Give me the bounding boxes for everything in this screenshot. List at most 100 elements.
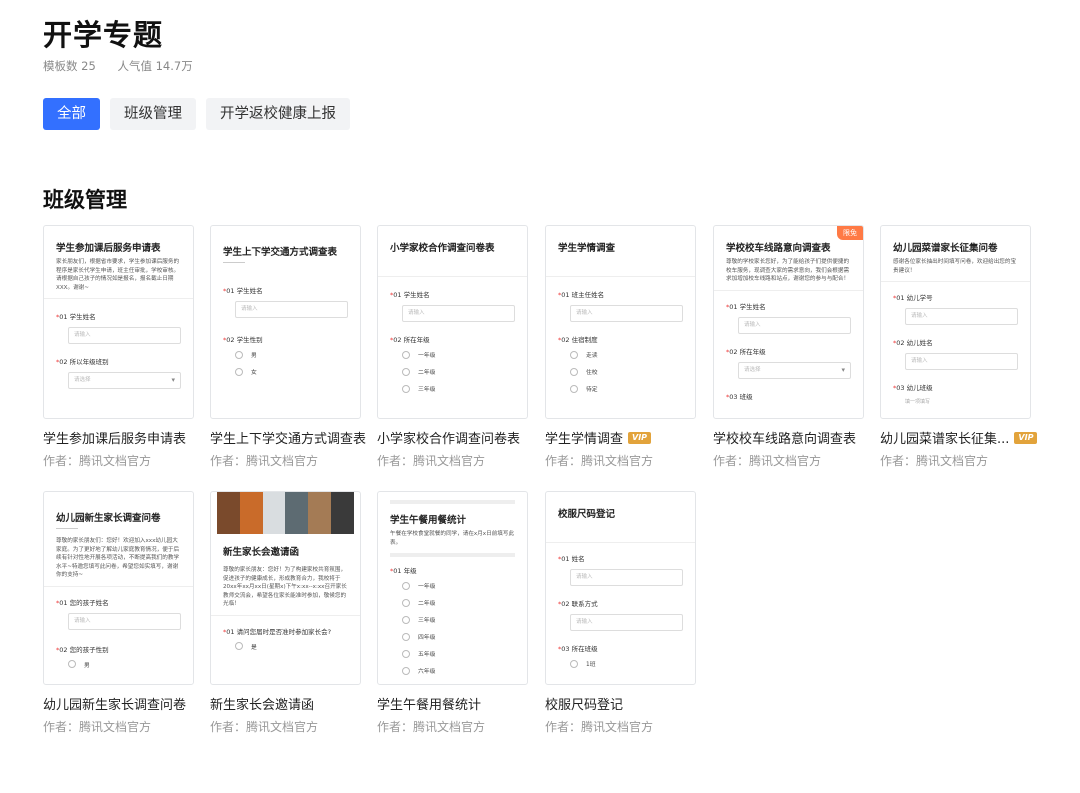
preview-option: 住校 <box>570 367 683 376</box>
preview-question: *01 学生姓名 <box>726 302 766 311</box>
template-preview[interactable]: 限免 学校校车线路意向调查表 尊敬的学校家长您好，为了能给孩子们提供便捷的校车服… <box>713 225 864 419</box>
preview-hint: 填一项填写 <box>905 399 931 405</box>
preview-title: 幼儿园菜谱家长征集问卷 <box>893 243 998 254</box>
preview-question: *02 您的孩子性别 <box>56 645 109 654</box>
template-name[interactable]: 新生家长会邀请函 <box>210 694 361 713</box>
template-count: 模板数 25 <box>43 59 96 73</box>
template-name[interactable]: 学生学情调查 VIP <box>545 428 696 447</box>
template-name[interactable]: 学校校车线路意向调查表 <box>713 428 864 447</box>
template-card[interactable]: 学生上下学交通方式调查表 *01 学生姓名 请输入 *02 学生性别 男 女 学… <box>210 225 366 469</box>
template-author: 作者：腾讯文档官方 <box>43 720 152 734</box>
preview-question: *03 班级 <box>726 392 753 401</box>
preview-option: 男 <box>68 660 181 669</box>
tab-all[interactable]: 全部 <box>43 98 100 130</box>
template-card[interactable]: 限免 学校校车线路意向调查表 尊敬的学校家长您好，为了能给孩子们提供便捷的校车服… <box>713 225 864 469</box>
preview-title: 学生午餐用餐统计 <box>390 515 467 526</box>
tab-health-report[interactable]: 开学返校健康上报 <box>206 98 350 130</box>
template-preview[interactable]: 幼儿园新生家长调查问卷 尊敬的家长朋友们：您好！欢迎加入xxx幼儿园大家庭。为了… <box>43 491 194 685</box>
preview-question: *01 请问您届时是否准时参加家长会? <box>223 627 332 636</box>
preview-question: *01 年级 <box>390 567 417 575</box>
template-name[interactable]: 学生参加课后服务申请表 <box>43 428 194 447</box>
preview-title: 学生学情调查 <box>558 243 616 254</box>
template-preview[interactable]: 学生上下学交通方式调查表 *01 学生姓名 请输入 *02 学生性别 男 女 <box>210 225 361 419</box>
divider <box>390 500 515 504</box>
divider <box>714 289 863 291</box>
template-name[interactable]: 学生午餐用餐统计 <box>377 694 528 713</box>
preview-question: *02 所在年级 <box>726 347 766 356</box>
preview-question: *01 学生姓名 <box>223 287 263 295</box>
template-author: 作者：腾讯文档官方 <box>43 454 152 468</box>
preview-question: *01 姓名 <box>558 555 585 563</box>
template-name[interactable]: 校服尺码登记 <box>545 694 696 713</box>
preview-input: 请输入 <box>235 301 348 318</box>
preview-select: 请选择 <box>738 361 851 379</box>
template-card[interactable]: 小学家校合作调查问卷表 *01 学生姓名 请输入 *02 所在年级 一年级 二年… <box>377 225 528 469</box>
vip-badge: VIP <box>1014 431 1038 444</box>
divider <box>390 553 515 557</box>
preview-input: 请输入 <box>905 308 1018 325</box>
preview-question: *01 学生姓名 <box>56 313 96 321</box>
preview-option: 三年级 <box>402 615 515 624</box>
preview-question: *02 学生性别 <box>223 336 263 344</box>
preview-option: 一年级 <box>402 350 515 359</box>
divider <box>44 298 193 299</box>
template-card[interactable]: 学生午餐用餐统计 午餐在学校食堂就餐的同学，请在x月x日前填写此表。 *01 年… <box>377 491 528 735</box>
divider <box>881 281 1030 282</box>
template-preview[interactable]: 校服尺码登记 *01 姓名 请输入 *02 联系方式 请输入 *03 所在班级 … <box>545 491 696 685</box>
template-card[interactable]: 学生参加课后服务申请表 家长朋友们，根据省市要求，学生参加课后服务的程序是家长代… <box>43 225 194 469</box>
divider <box>546 276 695 277</box>
preview-title: 学生上下学交通方式调查表 <box>223 247 338 258</box>
preview-title: 新生家长会邀请函 <box>223 547 300 558</box>
preview-question: *01 您的孩子姓名 <box>56 598 109 607</box>
preview-desc: 尊敬的学校家长您好，为了能给孩子们提供便捷的校车服务，现调查大家的需求意向，我们… <box>726 259 850 282</box>
preview-input: 请输入 <box>570 569 683 586</box>
vip-badge: VIP <box>628 431 652 444</box>
template-preview[interactable]: 小学家校合作调查问卷表 *01 学生姓名 请输入 *02 所在年级 一年级 二年… <box>377 225 528 419</box>
template-card[interactable]: 新生家长会邀请函 尊敬的家长朋友：您好！为了构建家校共育氛围，促进孩子的健康成长… <box>210 491 361 735</box>
template-preview[interactable]: 学生学情调查 *01 班主任姓名 请输入 *02 住宿制度 走读 住校 待定 <box>545 225 696 419</box>
template-name[interactable]: 幼儿园新生家长调查问卷 <box>43 694 194 713</box>
preview-question: *02 联系方式 <box>558 600 598 608</box>
preview-desc: 感谢各位家长抽出时间填写问卷，欢迎给出您的宝贵建议！ <box>893 259 1017 274</box>
template-preview[interactable]: 学生午餐用餐统计 午餐在学校食堂就餐的同学，请在x月x日前填写此表。 *01 年… <box>377 491 528 685</box>
template-author: 作者：腾讯文档官方 <box>377 454 486 468</box>
template-author: 作者：腾讯文档官方 <box>713 454 822 468</box>
preview-option: 二年级 <box>402 367 515 376</box>
preview-desc: 尊敬的家长朋友们：您好！欢迎加入xxx幼儿园大家庭。为了更好地了解幼儿家庭教育情… <box>56 538 180 578</box>
preview-title: 小学家校合作调查问卷表 <box>390 243 495 254</box>
preview-select: 请选择 <box>68 372 181 389</box>
preview-option: 四年级 <box>402 632 515 641</box>
template-preview[interactable]: 幼儿园菜谱家长征集问卷 感谢各位家长抽出时间填写问卷，欢迎给出您的宝贵建议！ *… <box>880 225 1031 419</box>
template-name[interactable]: 小学家校合作调查问卷表 <box>377 428 528 447</box>
template-preview[interactable]: 学生参加课后服务申请表 家长朋友们，根据省市要求，学生参加课后服务的程序是家长代… <box>43 225 194 419</box>
divider <box>44 585 193 587</box>
template-preview[interactable]: 新生家长会邀请函 尊敬的家长朋友：您好！为了构建家校共育氛围，促进孩子的健康成长… <box>210 491 361 685</box>
preview-title: 幼儿园新生家长调查问卷 <box>56 513 161 524</box>
template-author: 作者：腾讯文档官方 <box>545 720 654 734</box>
template-card[interactable]: 校服尺码登记 *01 姓名 请输入 *02 联系方式 请输入 *03 所在班级 … <box>545 491 696 735</box>
preview-option: 走读 <box>570 350 683 359</box>
preview-option: 女 <box>235 367 348 376</box>
template-card[interactable]: 幼儿园菜谱家长征集问卷 感谢各位家长抽出时间填写问卷，欢迎给出您的宝贵建议！ *… <box>880 225 1038 469</box>
divider <box>546 542 695 543</box>
preview-question: *02 住宿制度 <box>558 336 598 344</box>
template-card[interactable]: 学生学情调查 *01 班主任姓名 请输入 *02 住宿制度 走读 住校 待定 学… <box>545 225 696 469</box>
preview-input: 请输入 <box>570 305 683 322</box>
preview-question: *03 所在班级 <box>558 645 598 653</box>
preview-question: *02 所以年级班别 <box>56 358 109 366</box>
tab-class-management[interactable]: 班级管理 <box>110 98 196 130</box>
divider <box>56 528 78 529</box>
template-name[interactable]: 学生上下学交通方式调查表 <box>210 428 366 447</box>
preview-input: 请输入 <box>402 305 515 322</box>
template-card[interactable]: 幼儿园新生家长调查问卷 尊敬的家长朋友们：您好！欢迎加入xxx幼儿园大家庭。为了… <box>43 491 194 735</box>
preview-question: *01 幼儿学号 <box>893 294 933 302</box>
preview-title: 校服尺码登记 <box>558 509 616 520</box>
template-author: 作者：腾讯文档官方 <box>210 454 319 468</box>
banner-image <box>217 492 354 534</box>
template-name[interactable]: 幼儿园菜谱家长征集... VIP <box>880 428 1038 447</box>
page-title: 开学专题 <box>43 18 164 52</box>
preview-input: 请输入 <box>68 327 181 344</box>
preview-question: *02 幼儿姓名 <box>893 339 933 347</box>
preview-option: 男 <box>235 350 348 359</box>
section-title: 班级管理 <box>43 188 127 212</box>
